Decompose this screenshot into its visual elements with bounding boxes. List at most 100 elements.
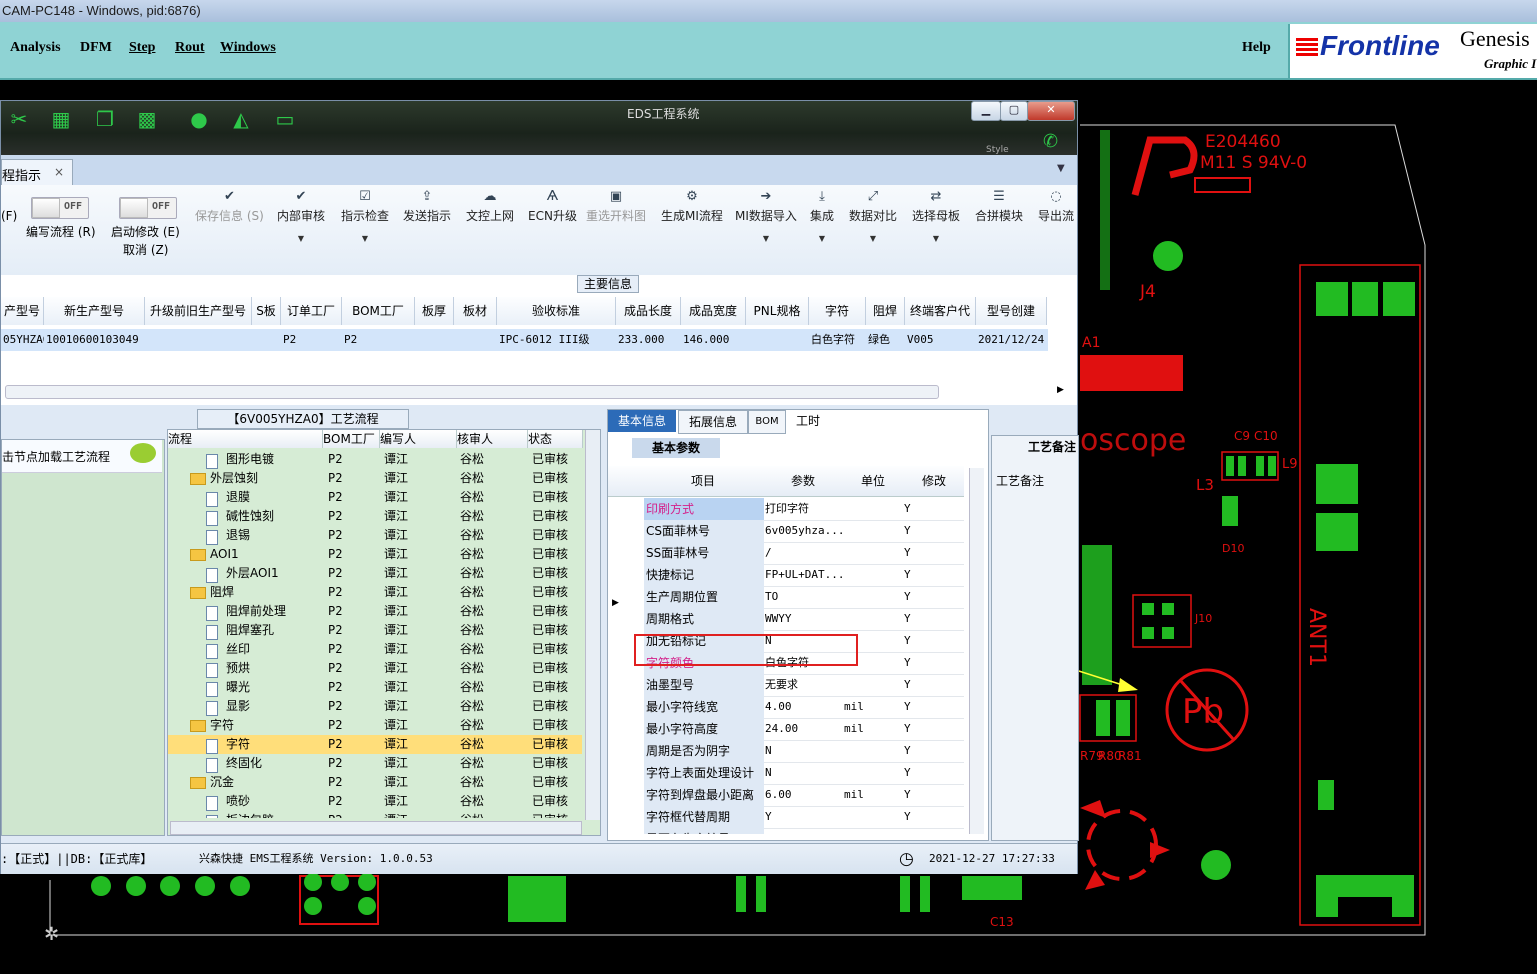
property-unit[interactable]: mil bbox=[842, 696, 902, 718]
style-label[interactable]: Style bbox=[986, 145, 1009, 155]
menu-analysis[interactable]: Analysis bbox=[10, 40, 61, 56]
property-modify[interactable]: Y bbox=[902, 806, 966, 828]
property-row[interactable]: 字符到焊盘最小距离 6.00 mil Y bbox=[644, 784, 964, 807]
main-grid-cell[interactable] bbox=[415, 329, 455, 351]
main-grid-cell[interactable]: 233.000 bbox=[616, 329, 682, 351]
tree-row[interactable]: 碱性蚀刻 P2 谭江 谷松 已审核 bbox=[168, 507, 582, 526]
start-modify-toggle[interactable]: OFF bbox=[119, 197, 177, 219]
reselect-cutting-button[interactable]: ▣ 重选开料图 bbox=[586, 189, 646, 224]
property-value[interactable]: WWYY bbox=[763, 608, 843, 630]
property-unit[interactable]: mil bbox=[842, 718, 902, 740]
property-modify[interactable]: Y bbox=[902, 586, 966, 608]
main-grid-cell[interactable]: P2 bbox=[342, 329, 416, 351]
col-header-modify[interactable]: 修改 bbox=[904, 466, 964, 496]
integrate-button[interactable]: ⤓ 集成 ▼ bbox=[810, 189, 834, 243]
process-flow-tree[interactable]: 流程 BOM工厂 编写人 核审人 状态 图形电镀 P2 谭江 谷松 已审核 外层蚀刻 P2 谭… bbox=[167, 429, 601, 836]
main-grid-header[interactable]: 产型号 bbox=[1, 297, 44, 325]
property-value[interactable]: 无要求 bbox=[763, 674, 843, 696]
tree-row[interactable]: 丝印 P2 谭江 谷松 已审核 bbox=[168, 640, 582, 659]
main-grid-header[interactable]: PNL规格 bbox=[746, 297, 809, 325]
tree-row[interactable]: 显影 P2 谭江 谷松 已审核 bbox=[168, 697, 582, 716]
property-modify[interactable]: Y bbox=[902, 608, 966, 630]
property-modify[interactable]: Y bbox=[902, 564, 966, 586]
property-value[interactable]: Y bbox=[763, 806, 843, 828]
main-grid-cell[interactable]: P2 bbox=[281, 329, 343, 351]
property-unit[interactable]: mil bbox=[842, 784, 902, 806]
main-grid-cell[interactable]: 2021/12/24 bbox=[976, 329, 1048, 351]
eds-title-bar[interactable]: ✂ ▦ ❐ ▩ ● ◭ ▭ EDS工程系统 ▁ ▢ ✕ Style ✆ bbox=[1, 101, 1077, 155]
menu-help[interactable]: Help bbox=[1242, 40, 1271, 56]
property-modify[interactable]: Y bbox=[902, 696, 966, 718]
internal-review-button[interactable]: ✔ 内部审核 ▼ bbox=[277, 189, 325, 243]
col-header-bom[interactable]: BOM工厂 bbox=[323, 430, 380, 448]
property-modify[interactable]: Y bbox=[902, 718, 966, 740]
scissors-icon[interactable]: ✂ bbox=[7, 107, 31, 131]
main-grid-header[interactable]: 升级前旧生产型号 bbox=[145, 297, 252, 325]
main-grid-cell[interactable] bbox=[454, 329, 498, 351]
main-grid-header[interactable]: 终端客户代码 bbox=[905, 297, 976, 346]
property-value[interactable]: N bbox=[763, 762, 843, 784]
copy-icon[interactable]: ❐ bbox=[93, 107, 117, 131]
property-row[interactable]: 是否在生产编号 bbox=[644, 828, 964, 834]
property-modify[interactable]: Y bbox=[902, 520, 966, 542]
tree-row[interactable]: 字符 P2 谭江 谷松 已审核 bbox=[168, 716, 582, 735]
main-grid-header[interactable]: 型号创建 bbox=[976, 297, 1047, 325]
send-instruction-button[interactable]: ⇪ 发送指示 bbox=[403, 189, 451, 224]
props-vscrollbar[interactable] bbox=[969, 468, 984, 834]
tree-row[interactable]: 外层AOI1 P2 谭江 谷松 已审核 bbox=[168, 564, 582, 583]
property-modify[interactable]: Y bbox=[902, 762, 966, 784]
area-chart-icon[interactable]: ◭ bbox=[229, 107, 253, 131]
main-grid-header[interactable]: BOM工厂 bbox=[342, 297, 415, 325]
property-row[interactable]: 字符框代替周期 Y Y bbox=[644, 806, 964, 829]
mi-data-import-button[interactable]: ➔ MI数据导入 ▼ bbox=[735, 189, 797, 243]
main-grid-header[interactable]: 板材 bbox=[454, 297, 497, 325]
minimize-button[interactable]: ▁ bbox=[971, 101, 1001, 121]
main-grid-hscrollbar[interactable] bbox=[5, 385, 939, 399]
tab-hours[interactable]: 工时 bbox=[786, 410, 830, 432]
property-row[interactable]: 印刷方式 打印字符 Y bbox=[644, 498, 964, 521]
property-row[interactable]: 周期格式 WWYY Y bbox=[644, 608, 964, 631]
user-icon[interactable]: ● bbox=[187, 107, 211, 131]
property-value[interactable]: 6.00 bbox=[763, 784, 843, 806]
col-header-writer[interactable]: 编写人 bbox=[380, 430, 457, 448]
ecn-upgrade-button[interactable]: Ѧ ECN升级 bbox=[528, 189, 577, 224]
property-row[interactable]: 周期是否为阴字 N Y bbox=[644, 740, 964, 763]
tree-row[interactable]: 阻焊 P2 谭江 谷松 已审核 bbox=[168, 583, 582, 602]
property-value[interactable]: 24.00 bbox=[763, 718, 843, 740]
tab-extended-info[interactable]: 拓展信息 bbox=[678, 410, 748, 434]
menu-windows[interactable]: Windows bbox=[220, 40, 276, 56]
property-value[interactable]: 打印字符 bbox=[763, 498, 843, 520]
process-note-tab[interactable]: 工艺备注 bbox=[1028, 438, 1076, 455]
tree-row[interactable]: AOI1 P2 谭江 谷松 已审核 bbox=[168, 545, 582, 564]
col-header-status[interactable]: 状态 bbox=[528, 430, 583, 448]
main-grid-header[interactable]: 新生产型号 bbox=[44, 297, 145, 325]
merge-module-button[interactable]: ☰ 合拼模块 bbox=[975, 189, 1023, 224]
property-modify[interactable]: Y bbox=[902, 740, 966, 762]
property-modify[interactable]: Y bbox=[902, 652, 966, 674]
tree-row[interactable]: 阻焊塞孔 P2 谭江 谷松 已审核 bbox=[168, 621, 582, 640]
col-header-item[interactable]: 项目 bbox=[644, 466, 762, 496]
instruction-check-button[interactable]: ☑ 指示检查 ▼ bbox=[341, 189, 389, 243]
film-icon[interactable]: ▦ bbox=[49, 107, 73, 131]
property-row[interactable]: 生产周期位置 TO Y bbox=[644, 586, 964, 609]
property-modify[interactable]: Y bbox=[902, 630, 966, 652]
property-row[interactable]: 最小字符线宽 4.00 mil Y bbox=[644, 696, 964, 719]
main-grid-header[interactable]: 阻焊 bbox=[866, 297, 905, 325]
col-header-flow[interactable]: 流程 bbox=[168, 430, 323, 448]
tree-row[interactable]: 图形电镀 P2 谭江 谷松 已审核 bbox=[168, 450, 582, 469]
main-grid-header[interactable]: 成品长度 bbox=[616, 297, 681, 325]
menu-dfm[interactable]: DFM bbox=[80, 40, 112, 56]
export-flow-button[interactable]: ◌ 导出流 bbox=[1037, 189, 1075, 224]
main-grid-cell[interactable]: 白色字符 bbox=[809, 329, 867, 351]
select-motherboard-button[interactable]: ⇄ 选择母板 ▼ bbox=[912, 189, 960, 243]
tree-row[interactable]: 终固化 P2 谭江 谷松 已审核 bbox=[168, 754, 582, 773]
generate-mi-flow-button[interactable]: ⚙ 生成MI流程 bbox=[661, 189, 723, 224]
property-value[interactable]: N bbox=[763, 740, 843, 762]
property-value[interactable]: 6v005yhza... bbox=[763, 520, 844, 542]
tab-basic-info[interactable]: 基本信息 bbox=[608, 410, 676, 432]
main-grid-cell[interactable]: 绿色 bbox=[866, 329, 906, 351]
tree-vscrollbar[interactable] bbox=[585, 430, 600, 820]
main-grid-header[interactable]: 验收标准 bbox=[497, 297, 616, 325]
scroll-right-icon[interactable]: ▶ bbox=[1057, 385, 1064, 395]
main-grid-cell[interactable] bbox=[252, 329, 282, 351]
